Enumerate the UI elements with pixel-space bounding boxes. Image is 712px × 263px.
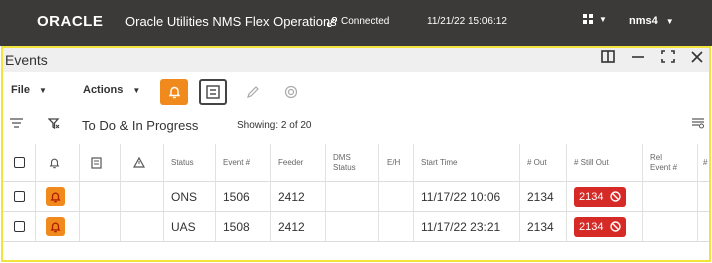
clear-filter-icon[interactable]: [47, 116, 60, 132]
filter-bar: To Do & In Progress Showing: 2 of 20: [3, 112, 709, 138]
table-row[interactable]: ONS 1506 2412 11/17/22 10:06 2134 2134: [3, 182, 709, 212]
connection-label: Connected: [341, 16, 390, 27]
col-out[interactable]: # Out: [527, 144, 547, 181]
still-out-value: 2134: [579, 220, 604, 233]
panel-header: Events: [3, 48, 709, 72]
events-toolbar: File ▼ Actions ▼: [3, 74, 709, 110]
connection-status: Connected: [327, 16, 389, 27]
row-count: Showing: 2 of 20: [237, 120, 312, 131]
close-icon[interactable]: [691, 50, 703, 63]
filter-menu-icon[interactable]: [10, 116, 23, 132]
caret-down-icon: ▼: [599, 15, 607, 24]
col-still-out[interactable]: # Still Out: [574, 144, 609, 181]
status-cell: UAS: [171, 219, 196, 234]
col-extra[interactable]: #: [703, 144, 707, 181]
event-cell: 1508: [223, 219, 250, 234]
table-header: Status Event # Feeder DMS Status E/H Sta…: [3, 144, 709, 182]
user-menu-button[interactable]: nms4 ▼: [629, 15, 674, 27]
row-checkbox[interactable]: [14, 182, 25, 211]
still-out-cell: 2134: [574, 212, 627, 241]
status-cell: ONS: [171, 189, 198, 204]
events-table: Status Event # Feeder DMS Status E/H Sta…: [3, 144, 709, 242]
event-cell: 1506: [223, 189, 250, 204]
bell-column-icon: [49, 144, 60, 181]
top-bar: ORACLE Oracle Utilities NMS Flex Operati…: [0, 0, 712, 46]
caret-down-icon: ▼: [665, 16, 674, 26]
apps-menu-button[interactable]: ▼: [583, 14, 607, 25]
target-icon: [284, 85, 298, 99]
warning-column-icon: [133, 144, 145, 181]
col-start-time[interactable]: Start Time: [421, 144, 457, 181]
grid-icon: [583, 14, 593, 24]
panel-controls: [601, 50, 703, 63]
bell-icon: [168, 86, 180, 99]
panel-title: Events: [5, 52, 48, 68]
alarm-filter-button[interactable]: [160, 79, 188, 105]
file-menu-button[interactable]: File ▼: [11, 84, 47, 96]
detail-panel-icon: [206, 85, 220, 99]
prohibited-icon: [610, 191, 622, 202]
current-datetime: 11/21/22 15:06:12: [427, 16, 507, 27]
edit-button[interactable]: [239, 79, 267, 105]
bell-icon: [50, 192, 61, 202]
link-icon: [327, 16, 337, 27]
minimize-icon[interactable]: [631, 50, 645, 63]
bell-icon: [50, 222, 61, 232]
row-checkbox[interactable]: [14, 212, 25, 241]
oracle-logo: ORACLE: [37, 13, 104, 30]
notes-column-icon: [91, 144, 103, 181]
still-out-value: 2134: [579, 190, 604, 203]
table-row[interactable]: UAS 1508 2412 11/17/22 23:21 2134 2134: [3, 212, 709, 242]
caret-down-icon: ▼: [132, 85, 141, 95]
col-dms-status[interactable]: DMS Status: [333, 144, 367, 181]
col-feeder[interactable]: Feeder: [278, 144, 303, 181]
target-button[interactable]: [277, 79, 305, 105]
still-out-cell: 2134: [574, 182, 627, 211]
alarm-badge: [46, 212, 65, 241]
pencil-icon: [247, 86, 259, 98]
col-event[interactable]: Event #: [223, 144, 250, 181]
column-filter-icon[interactable]: [692, 116, 705, 132]
caret-down-icon: ▼: [38, 85, 47, 95]
out-cell: 2134: [527, 219, 554, 234]
user-name: nms4: [629, 15, 658, 27]
split-view-icon[interactable]: [601, 50, 615, 63]
detail-view-button[interactable]: [199, 79, 227, 105]
col-rel-event[interactable]: Rel Event #: [650, 144, 682, 181]
start-time-cell: 11/17/22 10:06: [421, 189, 501, 204]
actions-menu-label: Actions: [83, 84, 124, 96]
events-panel: Events File ▼ Actions ▼ To Do & In Progr…: [1, 46, 711, 262]
actions-menu-button[interactable]: Actions ▼: [83, 84, 140, 96]
start-time-cell: 11/17/22 23:21: [421, 219, 501, 234]
select-all-checkbox[interactable]: [14, 144, 25, 181]
prohibited-icon: [610, 221, 622, 232]
feeder-cell: 2412: [278, 219, 305, 234]
col-eh[interactable]: E/H: [387, 144, 400, 181]
filter-name[interactable]: To Do & In Progress: [82, 118, 198, 133]
maximize-icon[interactable]: [661, 50, 675, 63]
file-menu-label: File: [11, 84, 30, 96]
out-cell: 2134: [527, 189, 554, 204]
col-status[interactable]: Status: [171, 144, 194, 181]
alarm-badge: [46, 182, 65, 211]
feeder-cell: 2412: [278, 189, 305, 204]
app-title: Oracle Utilities NMS Flex Operations: [125, 14, 337, 29]
